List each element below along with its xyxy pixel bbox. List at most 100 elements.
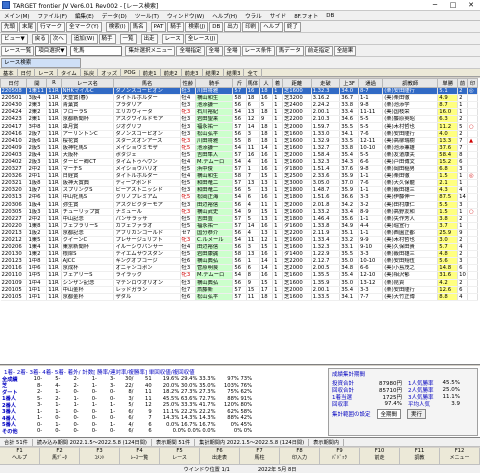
toolbar-button[interactable]: ヘルプ bbox=[260, 21, 283, 32]
column-header[interactable]: 騎手 bbox=[194, 78, 234, 88]
table-row[interactable]: 220326 2中1 11R 日経賞 タイトルホルダー 牡4 横山和生 58 7 15 1 芝2500… bbox=[0, 172, 478, 181]
menu-item[interactable]: メイン(M) bbox=[0, 12, 34, 20]
toolbar-button[interactable]: 印刷 bbox=[242, 21, 260, 32]
column-tab[interactable]: 日付 bbox=[18, 68, 36, 77]
filter-button[interactable]: 全結果 bbox=[333, 45, 357, 56]
table-row[interactable]: 220320 1阪7 11R スプリングS ビーアストニッシド 牡3 和田竜二 56 5 13 1 芝… bbox=[0, 186, 478, 195]
column-header[interactable]: 着 bbox=[272, 78, 283, 88]
column-header[interactable]: 斤 bbox=[232, 78, 247, 88]
minimize-button[interactable]: ─ bbox=[426, 0, 444, 11]
column-header[interactable]: 通過 bbox=[357, 78, 384, 88]
column-tab[interactable]: POG bbox=[121, 69, 140, 76]
menu-item[interactable]: DB bbox=[322, 13, 338, 19]
table-row[interactable]: 220213 1阪2 11R 京都記念 アフリカンゴールド セ7 国分恭介 56 4 13 1 芝22… bbox=[0, 229, 478, 237]
function-key-f12[interactable]: F12 メニュー bbox=[440, 448, 480, 464]
column-tab[interactable]: 前走2 bbox=[161, 68, 182, 77]
toolbar-button[interactable]: 終了 bbox=[283, 21, 301, 32]
filter-button[interactable]: レース条件 bbox=[241, 45, 275, 56]
column-tab[interactable]: 前走1 bbox=[140, 68, 161, 77]
menu-item[interactable]: ツール(T) bbox=[131, 12, 163, 20]
toolbar-button[interactable]: 馬名 bbox=[129, 21, 147, 32]
toolbar-button[interactable]: 末尾 bbox=[19, 21, 37, 32]
range-select[interactable]: 全期間 bbox=[376, 408, 402, 419]
column-header[interactable]: R bbox=[46, 78, 62, 88]
field-select[interactable]: 項目選択▼ bbox=[35, 45, 68, 56]
toolbar-button[interactable]: 戻る bbox=[31, 33, 49, 44]
filter-button[interactable]: 馬データ bbox=[275, 45, 304, 56]
table-row[interactable]: 220105 1中1 11R 京都金杯 ザダル 牡6 松山弘平 57 11 18 1 芝1600 1.3… bbox=[0, 293, 478, 301]
table-row[interactable]: 220430 2東3 11R 青葉賞 プラダリア 牡3 池添謙一 56 6 5 1 芝2400 2.24… bbox=[0, 101, 478, 110]
race-grid[interactable]: 日付開 R レース名 馬名 性齢 騎手斤馬体人着距離 走破 上3F 通過 調教師 単勝前印 2205… bbox=[0, 78, 480, 365]
column-header[interactable]: 人 bbox=[258, 78, 274, 88]
filter-button[interactable]: 全場 bbox=[223, 45, 241, 56]
toolbar-button[interactable]: 全レース(J) bbox=[184, 33, 219, 44]
table-row[interactable]: 220321 1阪8 11R 阪神大賞典 ディープボンド 牡5 和田竜二 57 13 13 1 芝30… bbox=[0, 179, 478, 188]
toolbar-button[interactable]: レース bbox=[161, 33, 184, 44]
close-button[interactable]: ✕ bbox=[462, 0, 480, 11]
column-tab[interactable]: レース bbox=[35, 68, 58, 77]
toolbar-button[interactable]: 次へ bbox=[49, 33, 67, 44]
table-row[interactable]: 220206 1東4 11R 東京新聞杯 イルーシヴパンサー 牡4 田辺裕信 56 3 15 1 芝1… bbox=[0, 243, 478, 252]
column-tab[interactable]: 払戻 bbox=[81, 68, 99, 77]
filter-button[interactable]: 全場指定 bbox=[176, 45, 205, 56]
toolbar-button[interactable]: 出力 bbox=[224, 21, 242, 32]
function-key-f4[interactable]: F4 ﾚｰｽ一覧 bbox=[120, 448, 160, 464]
function-key-f6[interactable]: F6 出走表 bbox=[200, 448, 240, 464]
toolbar-button[interactable]: 騎手 bbox=[98, 33, 116, 44]
column-tab[interactable]: タイム bbox=[58, 68, 81, 77]
table-row[interactable]: 220416 2阪7 11R アーリントンC ダノンスコーピオン 牡3 松山弘平 56 3 18 1… bbox=[0, 130, 478, 138]
toolbar-button[interactable]: 行マーク bbox=[37, 21, 66, 32]
toolbar-button[interactable]: ビュー▼ bbox=[1, 33, 28, 44]
table-row[interactable]: 220105 1中1 11R 中山金杯 レッドガラン 牡7 斎藤新 57 15 17 1 芝2000 2… bbox=[0, 286, 478, 294]
table-row[interactable]: 220212 1東5 11R クイーンC プレサージュリフト 牝3 C.ルメール 54 11 12… bbox=[0, 236, 478, 245]
table-row[interactable]: 220227 2中2 11R 中山記念 パンサラッサ 牡5 吉田豊 57 5 13 1 芝1800 1.… bbox=[0, 215, 478, 223]
column-header[interactable]: 性齢 bbox=[179, 78, 196, 88]
menu-item[interactable]: ファイル(F) bbox=[34, 12, 71, 20]
column-tab[interactable]: 基本 bbox=[0, 68, 18, 77]
toolbar-button[interactable]: 全マーク(Y) bbox=[66, 21, 102, 32]
table-row[interactable]: 220305 1阪3 11R チューリップ賞 ナミュール 牝3 横山武史 54 9 15 1 芝160… bbox=[0, 208, 478, 216]
column-tab[interactable]: オッズ bbox=[98, 68, 122, 77]
race-list-button[interactable]: レース一覧 bbox=[1, 45, 35, 56]
table-row[interactable]: 220116 1中6 11R 京成杯 オニャンコポン 牡3 菅原明良 56 6 14 1 芝2000 2… bbox=[0, 264, 478, 273]
toolbar-button[interactable]: 追加(W) bbox=[70, 33, 98, 44]
function-key-f3[interactable]: F3 ｺﾒﾝﾄ bbox=[80, 448, 120, 464]
column-header[interactable]: 開 bbox=[26, 78, 48, 88]
column-tab[interactable]: 全て bbox=[244, 68, 263, 77]
function-key-f2[interactable]: F2 馬ﾃﾞｰﾀ bbox=[40, 448, 80, 464]
column-header[interactable]: 馬名 bbox=[113, 78, 181, 88]
table-row[interactable]: 220424 2東2 11R フローラS エリカヴィータ 牝3 石川裕紀 54 13 18 1 芝20… bbox=[0, 108, 478, 117]
column-header[interactable]: 馬体 bbox=[245, 78, 260, 88]
table-row[interactable]: 220501 3阪4 11R 天皇賞(春) タイトルホルダー 牡4 横山和生 58 18 16 1 芝… bbox=[0, 94, 478, 103]
column-tab[interactable]: 結果2 bbox=[203, 68, 224, 77]
table-row[interactable]: 220110 1中5 11R フェアリーS ライラック 牝3 M.デムーロ 54 8 16 1 芝16… bbox=[0, 271, 478, 280]
table-row[interactable]: 220123 1中8 11R AJCC キングオブコージ 牡6 横山典弘 56 1 14 1 芝220… bbox=[0, 257, 478, 266]
menu-item[interactable]: ウラル bbox=[241, 12, 266, 20]
menu-item[interactable]: ウィンドウ(W) bbox=[163, 12, 208, 20]
column-header[interactable]: 前 bbox=[457, 78, 469, 88]
table-row[interactable]: 220313 2中6 11R 中山牝馬S クリノプレミアム 牝5 松岡正海 54 6 16 1 芝18… bbox=[0, 193, 478, 202]
function-key-f11[interactable]: F11 調教 bbox=[400, 448, 440, 464]
toolbar-button[interactable]: 騎手 bbox=[167, 21, 185, 32]
table-row[interactable]: 220130 1東2 11R 根岸S テイエムサウスダン 牡5 岩田康誠 58 13 16 1 ダ14… bbox=[0, 250, 478, 259]
column-header[interactable]: 距離 bbox=[281, 78, 312, 88]
toolbar-button[interactable]: DB bbox=[209, 21, 224, 32]
function-key-f1[interactable]: F1 ヘルプ bbox=[0, 448, 40, 464]
toolbar-button[interactable]: 出走 bbox=[140, 33, 158, 44]
function-key-f7[interactable]: F7 馬柱 bbox=[240, 448, 280, 464]
column-header[interactable]: 調教師 bbox=[382, 78, 439, 88]
toolbar-button[interactable]: PAT bbox=[150, 21, 167, 32]
filter-button[interactable]: 集計選択メニュー bbox=[125, 45, 176, 56]
menu-item[interactable]: 編集(E) bbox=[71, 12, 98, 20]
column-header[interactable]: レース名 bbox=[60, 78, 115, 88]
table-row[interactable]: 220327 2中2 11R マーチS メイショウハリオ 牡5 浜中俊 57 1 16 1 ダ1800… bbox=[0, 165, 478, 174]
filter-button[interactable]: 前走指定 bbox=[304, 45, 333, 56]
menu-item[interactable]: データ(D) bbox=[98, 12, 131, 20]
toolbar-button[interactable]: 一覧 bbox=[119, 33, 137, 44]
menu-item[interactable]: サイド bbox=[266, 12, 291, 20]
function-key-f5[interactable]: F5 レース bbox=[160, 448, 200, 464]
column-tab[interactable]: 結果3 bbox=[224, 68, 245, 77]
function-key-f8[interactable]: F8 印入力 bbox=[280, 448, 320, 464]
table-row[interactable]: 220508 1東11 11R NHKマイルC ダノンスコーピオン 牡3 川田将雅 57 16 1… bbox=[0, 87, 478, 96]
tab-race-search[interactable]: レース検索 bbox=[1, 57, 81, 68]
